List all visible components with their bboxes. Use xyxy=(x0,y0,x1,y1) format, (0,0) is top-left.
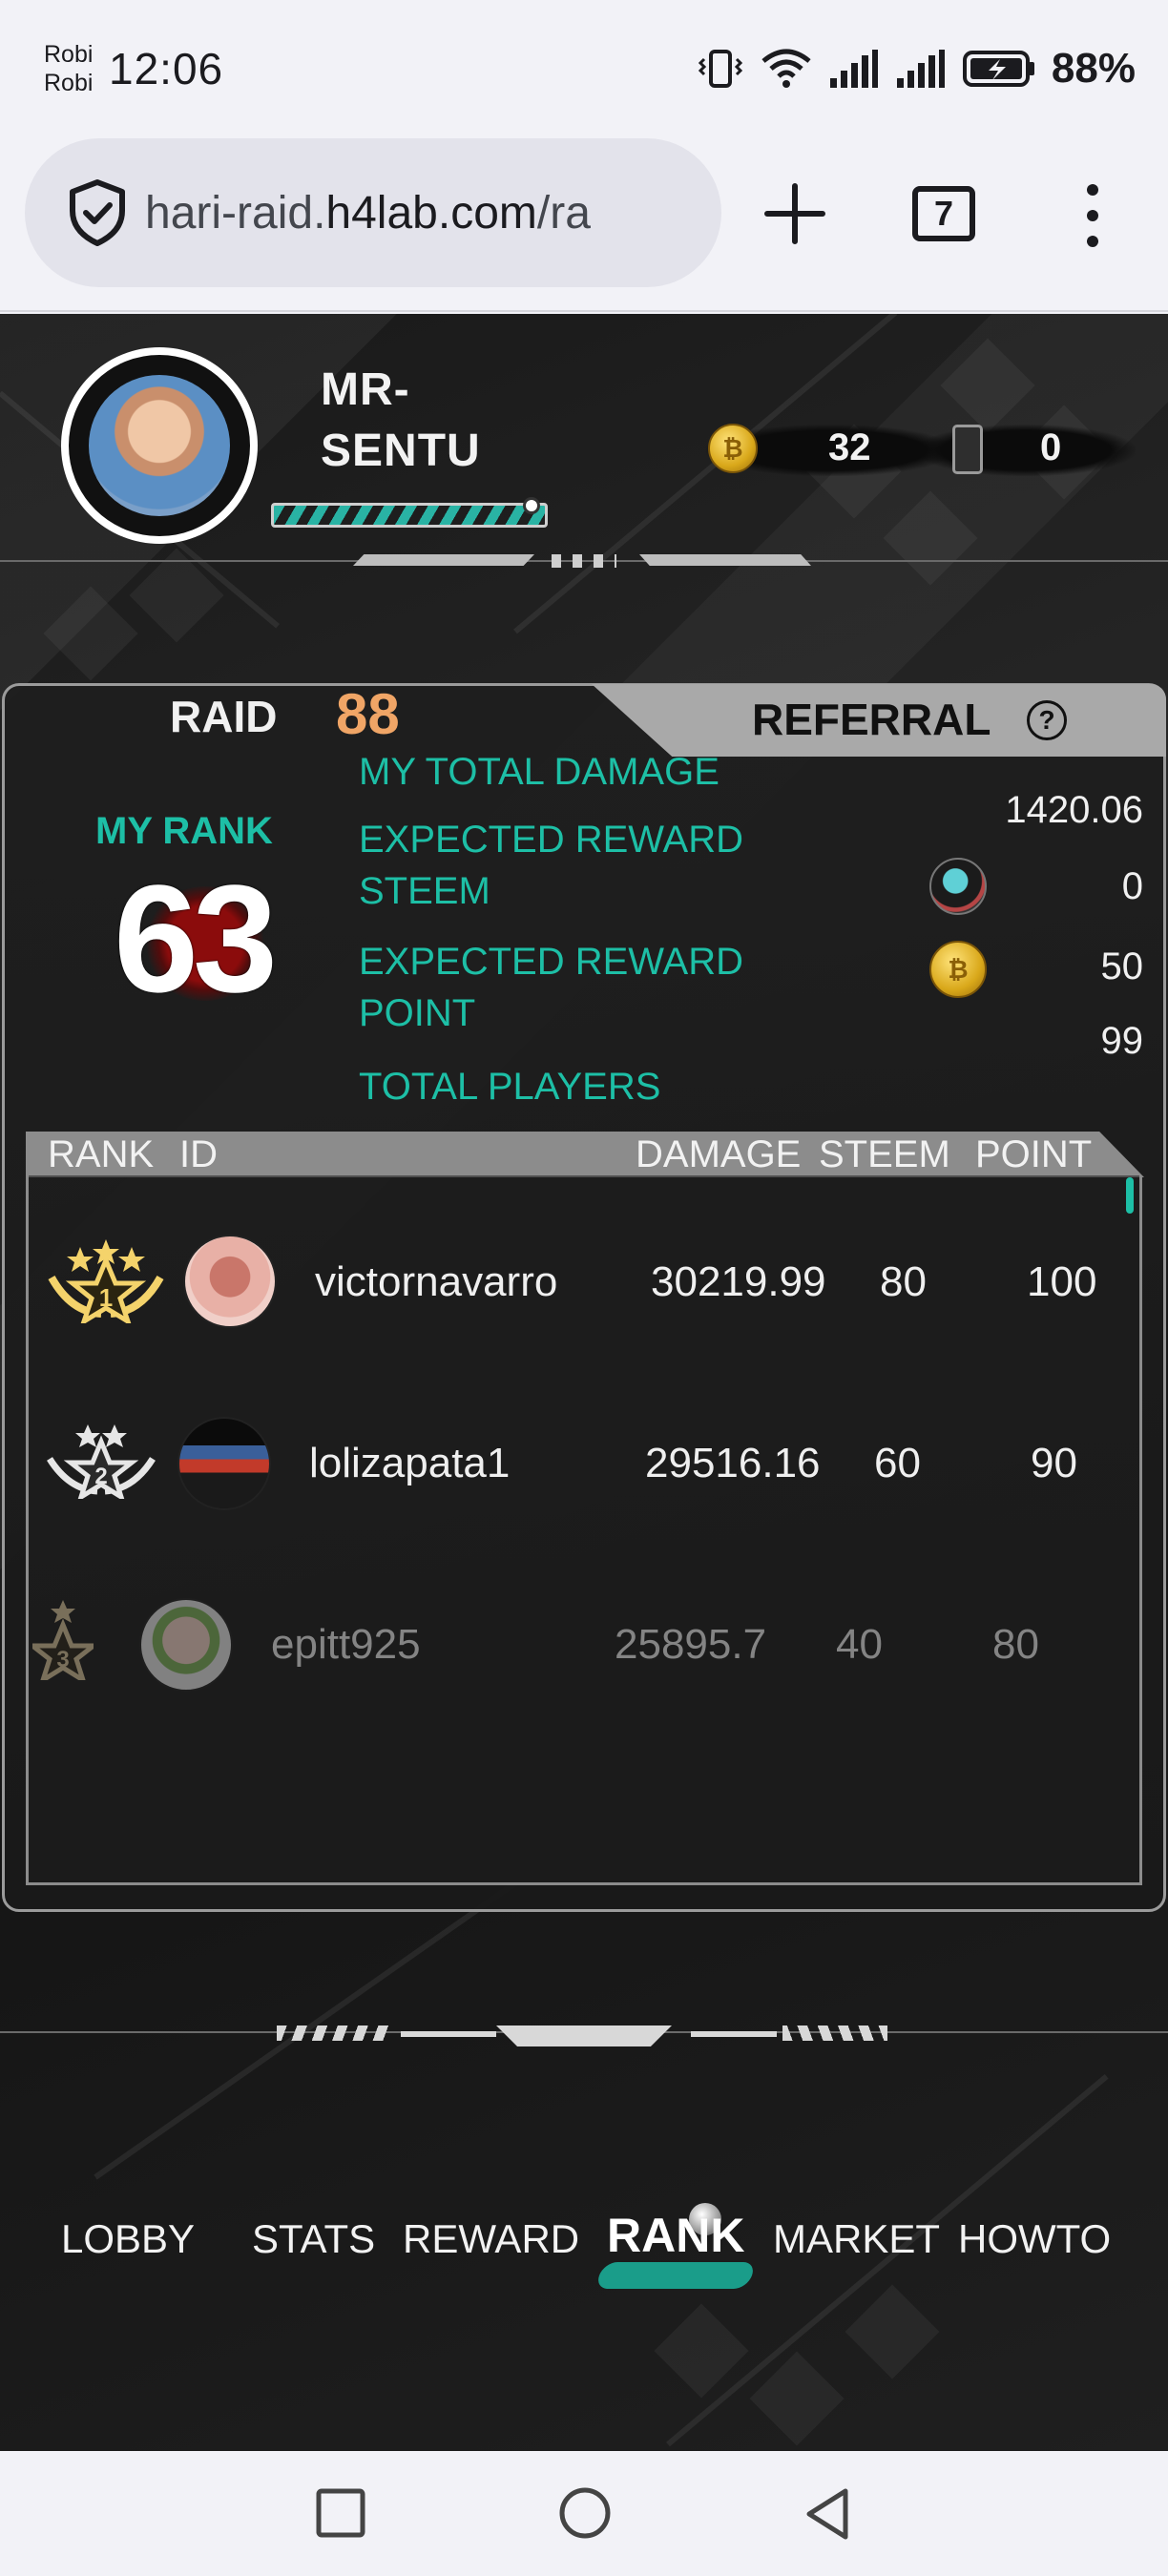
avatar[interactable] xyxy=(139,1598,233,1692)
tab-raid-label[interactable]: RAID xyxy=(170,691,277,742)
divider-dots xyxy=(552,554,616,568)
battery-charging-icon xyxy=(962,51,1034,87)
nav-market[interactable]: MARKET xyxy=(773,2212,940,2266)
coin-icon: ₿ xyxy=(708,424,758,473)
col-damage: DAMAGE xyxy=(636,1133,802,1175)
reward-point-label: EXPECTED REWARD POINT xyxy=(359,941,744,1034)
point-value: 90 xyxy=(1031,1440,1077,1486)
divider-accent xyxy=(353,554,534,566)
divider-stripes xyxy=(277,2025,391,2041)
tab-referral-label[interactable]: REFERRAL xyxy=(752,694,991,745)
bg-tile xyxy=(43,586,138,681)
nav-active-highlight xyxy=(594,2262,758,2289)
col-steem: STEEM xyxy=(819,1133,950,1175)
total-players-label: TOTAL PLAYERS xyxy=(359,1066,661,1108)
help-icon[interactable]: ? xyxy=(1027,700,1067,740)
plus-icon[interactable] xyxy=(763,182,826,245)
back-icon[interactable] xyxy=(803,2487,851,2541)
avatar[interactable] xyxy=(183,1235,277,1328)
silver-medal-icon: 2 xyxy=(47,1424,156,1499)
point-value: 100 xyxy=(1027,1258,1097,1305)
nav-lobby[interactable]: LOBBY xyxy=(61,2212,195,2266)
carrier-2: Robi xyxy=(44,70,94,96)
avatar[interactable] xyxy=(177,1417,271,1510)
steem-icon xyxy=(929,858,987,915)
address-bar[interactable]: hari-raid.h4lab.com/ra xyxy=(25,138,721,287)
player-avatar[interactable] xyxy=(61,347,258,544)
coin-count: 32 xyxy=(828,426,871,468)
signal-icon xyxy=(896,50,945,88)
wifi-icon xyxy=(761,49,811,88)
total-players-value: 99 xyxy=(1100,1020,1144,1062)
divider-stripes xyxy=(782,2025,887,2041)
nav-stats[interactable]: STATS xyxy=(252,2212,375,2266)
point-value: 80 xyxy=(992,1621,1039,1668)
steem-value: 80 xyxy=(880,1258,927,1305)
point-coin-icon: ₿ xyxy=(929,941,987,998)
vibrate-icon xyxy=(698,50,743,88)
nav-howto[interactable]: HOWTO xyxy=(958,2212,1111,2266)
item-icon xyxy=(952,425,983,474)
more-vert-icon[interactable] xyxy=(1078,182,1107,249)
raid-number: 88 xyxy=(336,682,400,746)
item-brush-bg xyxy=(916,425,1136,476)
nav-rank[interactable]: RANK xyxy=(607,2209,744,2262)
divider-accent xyxy=(691,2031,777,2037)
clock: 12:06 xyxy=(109,44,224,93)
divider-accent xyxy=(496,2025,672,2046)
tab-count: 7 xyxy=(933,194,954,233)
browser-toolbar: hari-raid.h4lab.com/ra 7 xyxy=(0,138,1168,312)
bg-tile xyxy=(845,2284,940,2379)
svg-text:2: 2 xyxy=(94,1464,107,1489)
reward-point-value: 50 xyxy=(1100,945,1144,987)
player-id[interactable]: victornavarro xyxy=(315,1258,557,1306)
col-rank: RANK xyxy=(48,1133,155,1175)
svg-text:3: 3 xyxy=(56,1647,69,1672)
home-icon[interactable] xyxy=(557,2485,613,2541)
system-navigation-bar xyxy=(0,2451,1168,2576)
total-damage-label: MY TOTAL DAMAGE xyxy=(359,751,720,793)
avatar-image xyxy=(89,375,230,516)
gold-medal-icon: 1 xyxy=(48,1239,164,1323)
svg-text:1: 1 xyxy=(99,1283,113,1312)
xp-bar-knob xyxy=(523,497,540,514)
system-icons: 88% xyxy=(697,42,1136,95)
battery-percent: 88% xyxy=(1051,45,1136,92)
damage-value: 30219.99 xyxy=(651,1258,826,1305)
url-text[interactable]: hari-raid.h4lab.com/ra xyxy=(145,187,591,239)
reward-steem-value: 0 xyxy=(1121,865,1143,907)
game-screen: MR- SENTU ₿ 32 0 RAID 88 REFERRAL ? MY R… xyxy=(0,314,1168,2451)
damage-value: 25895.7 xyxy=(615,1621,767,1668)
total-damage-value: 1420.06 xyxy=(1005,789,1143,831)
player-name: MR- SENTU xyxy=(321,364,481,476)
bg-tile xyxy=(940,338,1035,433)
col-point: POINT xyxy=(975,1133,1093,1175)
scrollbar[interactable] xyxy=(1126,1177,1134,1214)
recents-icon[interactable] xyxy=(315,2487,366,2539)
tabs-icon[interactable]: 7 xyxy=(912,186,975,241)
nav-reward[interactable]: REWARD xyxy=(403,2212,579,2266)
divider-accent xyxy=(639,554,811,566)
xp-bar xyxy=(271,503,548,528)
carrier-labels: Robi Robi xyxy=(44,40,93,97)
my-rank-label: MY RANK xyxy=(95,810,273,852)
col-id: ID xyxy=(179,1133,218,1175)
bronze-medal-icon: 3 xyxy=(32,1600,94,1680)
item-count: 0 xyxy=(1040,426,1062,468)
steem-value: 40 xyxy=(836,1621,883,1668)
signal-icon xyxy=(829,50,878,88)
steem-value: 60 xyxy=(874,1440,921,1486)
shield-icon[interactable] xyxy=(67,178,128,247)
damage-value: 29516.16 xyxy=(645,1440,821,1486)
player-id[interactable]: epitt925 xyxy=(271,1621,421,1669)
carrier-1: Robi xyxy=(44,41,94,68)
bg-tile xyxy=(129,548,224,643)
status-bar: Robi Robi 12:06 88% xyxy=(0,0,1168,138)
divider-accent xyxy=(401,2031,496,2037)
bg-tile xyxy=(883,490,978,586)
reward-steem-label: EXPECTED REWARD STEEM xyxy=(359,819,744,912)
my-rank-value: 63 xyxy=(114,853,278,1024)
player-id[interactable]: lolizapata1 xyxy=(309,1440,510,1487)
